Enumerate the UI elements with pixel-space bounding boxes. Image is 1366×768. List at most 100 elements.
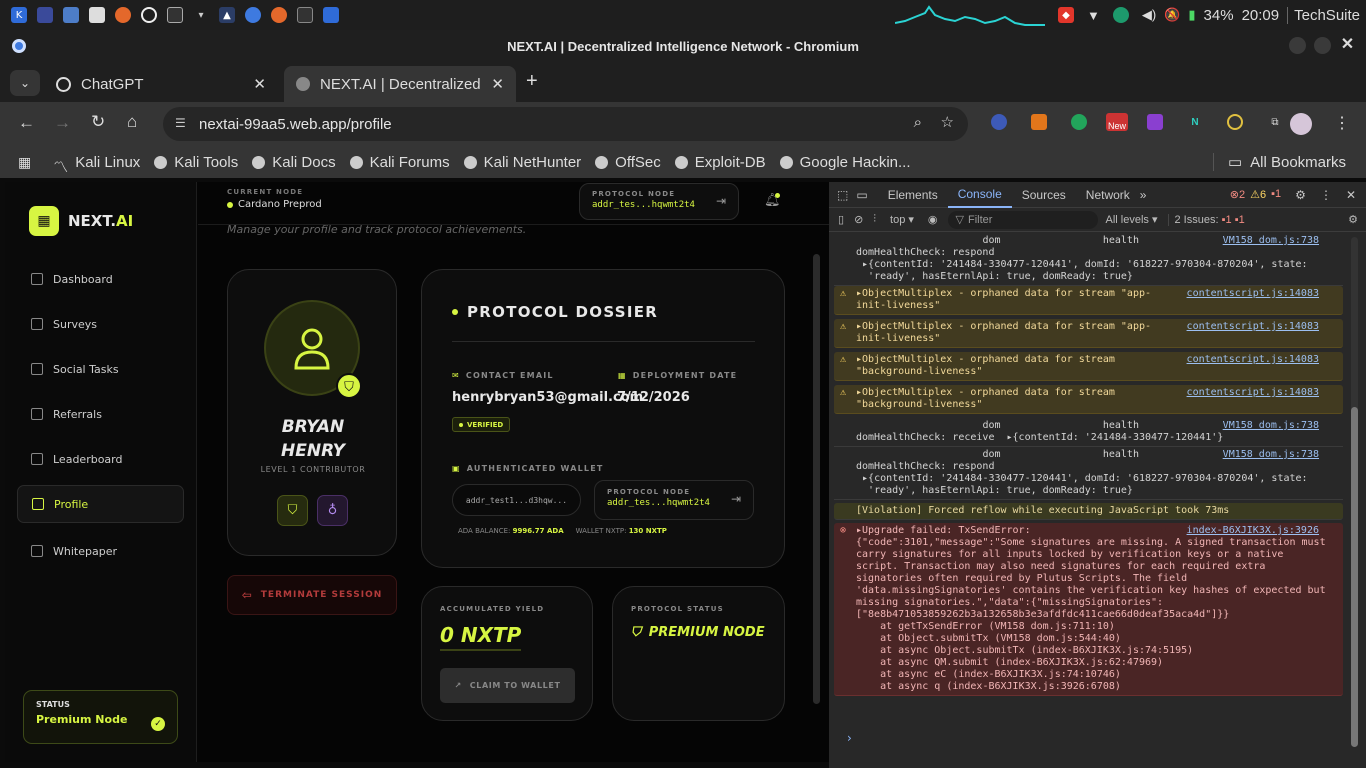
tab-nextai[interactable]: NEXT.AI | Decentralized I ✕ [284, 66, 516, 102]
logout-icon[interactable]: ⇥ [716, 194, 726, 208]
devtools-tab-network[interactable]: Network [1076, 182, 1140, 208]
username[interactable]: TechSuite [1287, 6, 1360, 24]
console-scrollbar-thumb[interactable] [1351, 407, 1358, 747]
more-tabs-icon[interactable]: » [1140, 188, 1147, 202]
bookmark-kali-docs[interactable]: Kali Docs [252, 154, 336, 171]
site-info-icon[interactable]: ☰ [175, 116, 186, 130]
devtools-tab-elements[interactable]: Elements [878, 182, 948, 208]
anydesk-icon[interactable]: ◆ [1058, 7, 1074, 23]
console-source-link[interactable]: contentscript.js:14083 [1187, 288, 1319, 300]
console-message-warn[interactable]: ⚠ ▸ObjectMultiplex - orphaned data for st… [834, 385, 1343, 414]
nav-referrals[interactable]: Referrals [17, 395, 184, 433]
window-icon[interactable] [323, 7, 339, 23]
clear-console-icon[interactable]: ⊘ [854, 213, 863, 226]
metamask-icon[interactable] [1031, 114, 1047, 130]
console-source-link[interactable]: VM158 dom.js:738 [1223, 449, 1319, 461]
console-message-warn[interactable]: ⚠ ▸ObjectMultiplex - orphaned data for st… [834, 352, 1343, 381]
bell-off-icon[interactable]: 🔕 [1164, 7, 1180, 23]
wallet-address-box[interactable]: addr_test1...d3hqw... [452, 484, 581, 516]
extensions-puzzle-icon[interactable]: ⧉ [1267, 114, 1283, 130]
all-bookmarks[interactable]: ▭ All Bookmarks [1212, 153, 1346, 171]
bookmark-kali-forums[interactable]: Kali Forums [349, 154, 450, 171]
profile-avatar[interactable] [1290, 113, 1312, 135]
award-achievement-icon[interactable]: ♁ [317, 495, 348, 526]
extension-c-icon[interactable] [1227, 114, 1243, 130]
tab-close-icon[interactable]: ✕ [253, 75, 266, 93]
devtools-tab-console[interactable]: Console [947, 182, 1012, 208]
issues-link[interactable]: 2 Issues: ▪1 ▪1 [1167, 213, 1245, 226]
extension-new-icon[interactable]: New [1106, 113, 1128, 131]
shield-achievement-icon[interactable]: ⛉ [277, 495, 308, 526]
device-toolbar-icon[interactable]: ▭ [856, 188, 867, 202]
tab-search-button[interactable]: ⌄ [10, 70, 40, 96]
bookmark-google-hacking[interactable]: Google Hackin... [779, 154, 911, 171]
bookmark-offsec[interactable]: OffSec [595, 154, 661, 171]
kali-menu-icon[interactable]: K [11, 7, 27, 23]
terminate-session-button[interactable]: ⇦ TERMINATE SESSION [227, 575, 397, 615]
console-message-log[interactable]: dom health domHealthCheck: respond ▸{con… [834, 447, 1343, 500]
console-message-violation[interactable]: [Violation] Forced reflow while executin… [834, 503, 1343, 520]
error-count[interactable]: ⊗2 ⚠6 ▪1 [1230, 188, 1281, 201]
console-message-log[interactable]: dom health domHealthCheck: receive ▸{con… [834, 418, 1343, 447]
new-tab-button[interactable]: + [526, 70, 538, 93]
bookmark-exploit-db[interactable]: Exploit-DB [674, 154, 766, 171]
wallet-protocol-node[interactable]: PROTOCOL NODE addr_tes...hqwmt2t4 ⇥ [594, 480, 754, 520]
console-message-log[interactable]: dom health domHealthCheck: respond ▸{con… [834, 233, 1343, 286]
nav-leaderboard[interactable]: Leaderboard [17, 440, 184, 478]
console-message-warn[interactable]: ⚠ ▸ObjectMultiplex - orphaned data for st… [834, 319, 1343, 348]
extension-n-icon[interactable]: N [1187, 114, 1203, 130]
circle-slash-icon[interactable] [141, 7, 157, 23]
inspect-element-icon[interactable]: ⬚ [837, 188, 848, 202]
extension-bird-icon[interactable] [991, 114, 1007, 130]
editor-icon[interactable] [89, 7, 105, 23]
terminal-icon-2[interactable] [297, 7, 313, 23]
battery-icon[interactable]: ▮ [1188, 7, 1195, 23]
logout-icon[interactable]: ⇥ [731, 492, 741, 506]
console-filter-input[interactable]: ▽ Filter [947, 210, 1098, 229]
nav-profile[interactable]: Profile [17, 485, 184, 523]
workspace-icon[interactable] [37, 7, 53, 23]
back-button[interactable]: ← [18, 113, 35, 133]
console-source-link[interactable]: VM158 dom.js:738 [1223, 235, 1319, 247]
volume-icon[interactable]: ◀) [1142, 7, 1156, 23]
bookmark-kali-linux[interactable]: 〽 Kali Linux [53, 154, 140, 176]
brand-logo[interactable]: ▦ NEXT.AI [29, 206, 133, 236]
browser-menu-icon[interactable]: ⋮ [1334, 113, 1350, 133]
bookmark-kali-nethunter[interactable]: Kali NetHunter [463, 154, 581, 171]
console-source-link[interactable]: contentscript.js:14083 [1187, 387, 1319, 399]
console-message-err[interactable]: ⊗ ▸Upgrade failed: TxSendError: {"code":3… [834, 523, 1343, 696]
console-source-link[interactable]: VM158 dom.js:738 [1223, 420, 1319, 432]
extension-grid-icon[interactable] [1147, 114, 1163, 130]
address-bar[interactable]: ☰ nextai-99aa5.web.app/profile ⌕ ☆ [163, 107, 968, 141]
vpn-icon[interactable] [1112, 7, 1129, 23]
tab-close-icon[interactable]: ✕ [491, 75, 504, 93]
close-window-button[interactable]: ✕ [1339, 37, 1356, 54]
clock[interactable]: 20:09 [1242, 7, 1280, 24]
console-source-link[interactable]: contentscript.js:14083 [1187, 321, 1319, 333]
console-settings-icon[interactable]: ⚙ [1348, 213, 1358, 226]
context-select[interactable]: top ▾ [890, 213, 914, 226]
devtools-close-icon[interactable]: ✕ [1346, 188, 1356, 202]
nav-social-tasks[interactable]: Social Tasks [17, 350, 184, 388]
terminal-icon[interactable] [167, 7, 183, 23]
filter-settings-icon[interactable]: ⫶ [873, 213, 876, 226]
nav-surveys[interactable]: Surveys [17, 305, 184, 343]
claim-to-wallet-button[interactable]: ↗ CLAIM TO WALLET [440, 668, 575, 703]
bookmark-kali-tools[interactable]: Kali Tools [154, 154, 238, 171]
forward-button[interactable]: → [54, 113, 71, 133]
sidebar-toggle-icon[interactable]: ▯ [838, 213, 844, 226]
app-a-icon[interactable]: ▲ [219, 7, 235, 23]
chevron-down-icon[interactable]: ▾ [193, 7, 209, 23]
reload-button[interactable]: ↻ [91, 112, 105, 132]
minimize-button[interactable] [1289, 37, 1306, 54]
bookmark-star-icon[interactable]: ☆ [941, 113, 954, 131]
console-prompt[interactable]: › [847, 731, 852, 745]
devtools-settings-icon[interactable]: ⚙ [1295, 188, 1306, 202]
firefox-icon-2[interactable] [271, 7, 287, 23]
protocol-node-pill[interactable]: PROTOCOL NODE addr_tes...hqwmt2t4 ⇥ [579, 183, 739, 220]
tab-chatgpt[interactable]: ChatGPT ✕ [44, 66, 278, 102]
page-scrollbar[interactable] [813, 254, 820, 704]
wifi-icon[interactable]: ▼ [1087, 8, 1100, 23]
devtools-menu-icon[interactable]: ⋮ [1320, 188, 1332, 202]
chromium-icon[interactable] [245, 7, 261, 23]
